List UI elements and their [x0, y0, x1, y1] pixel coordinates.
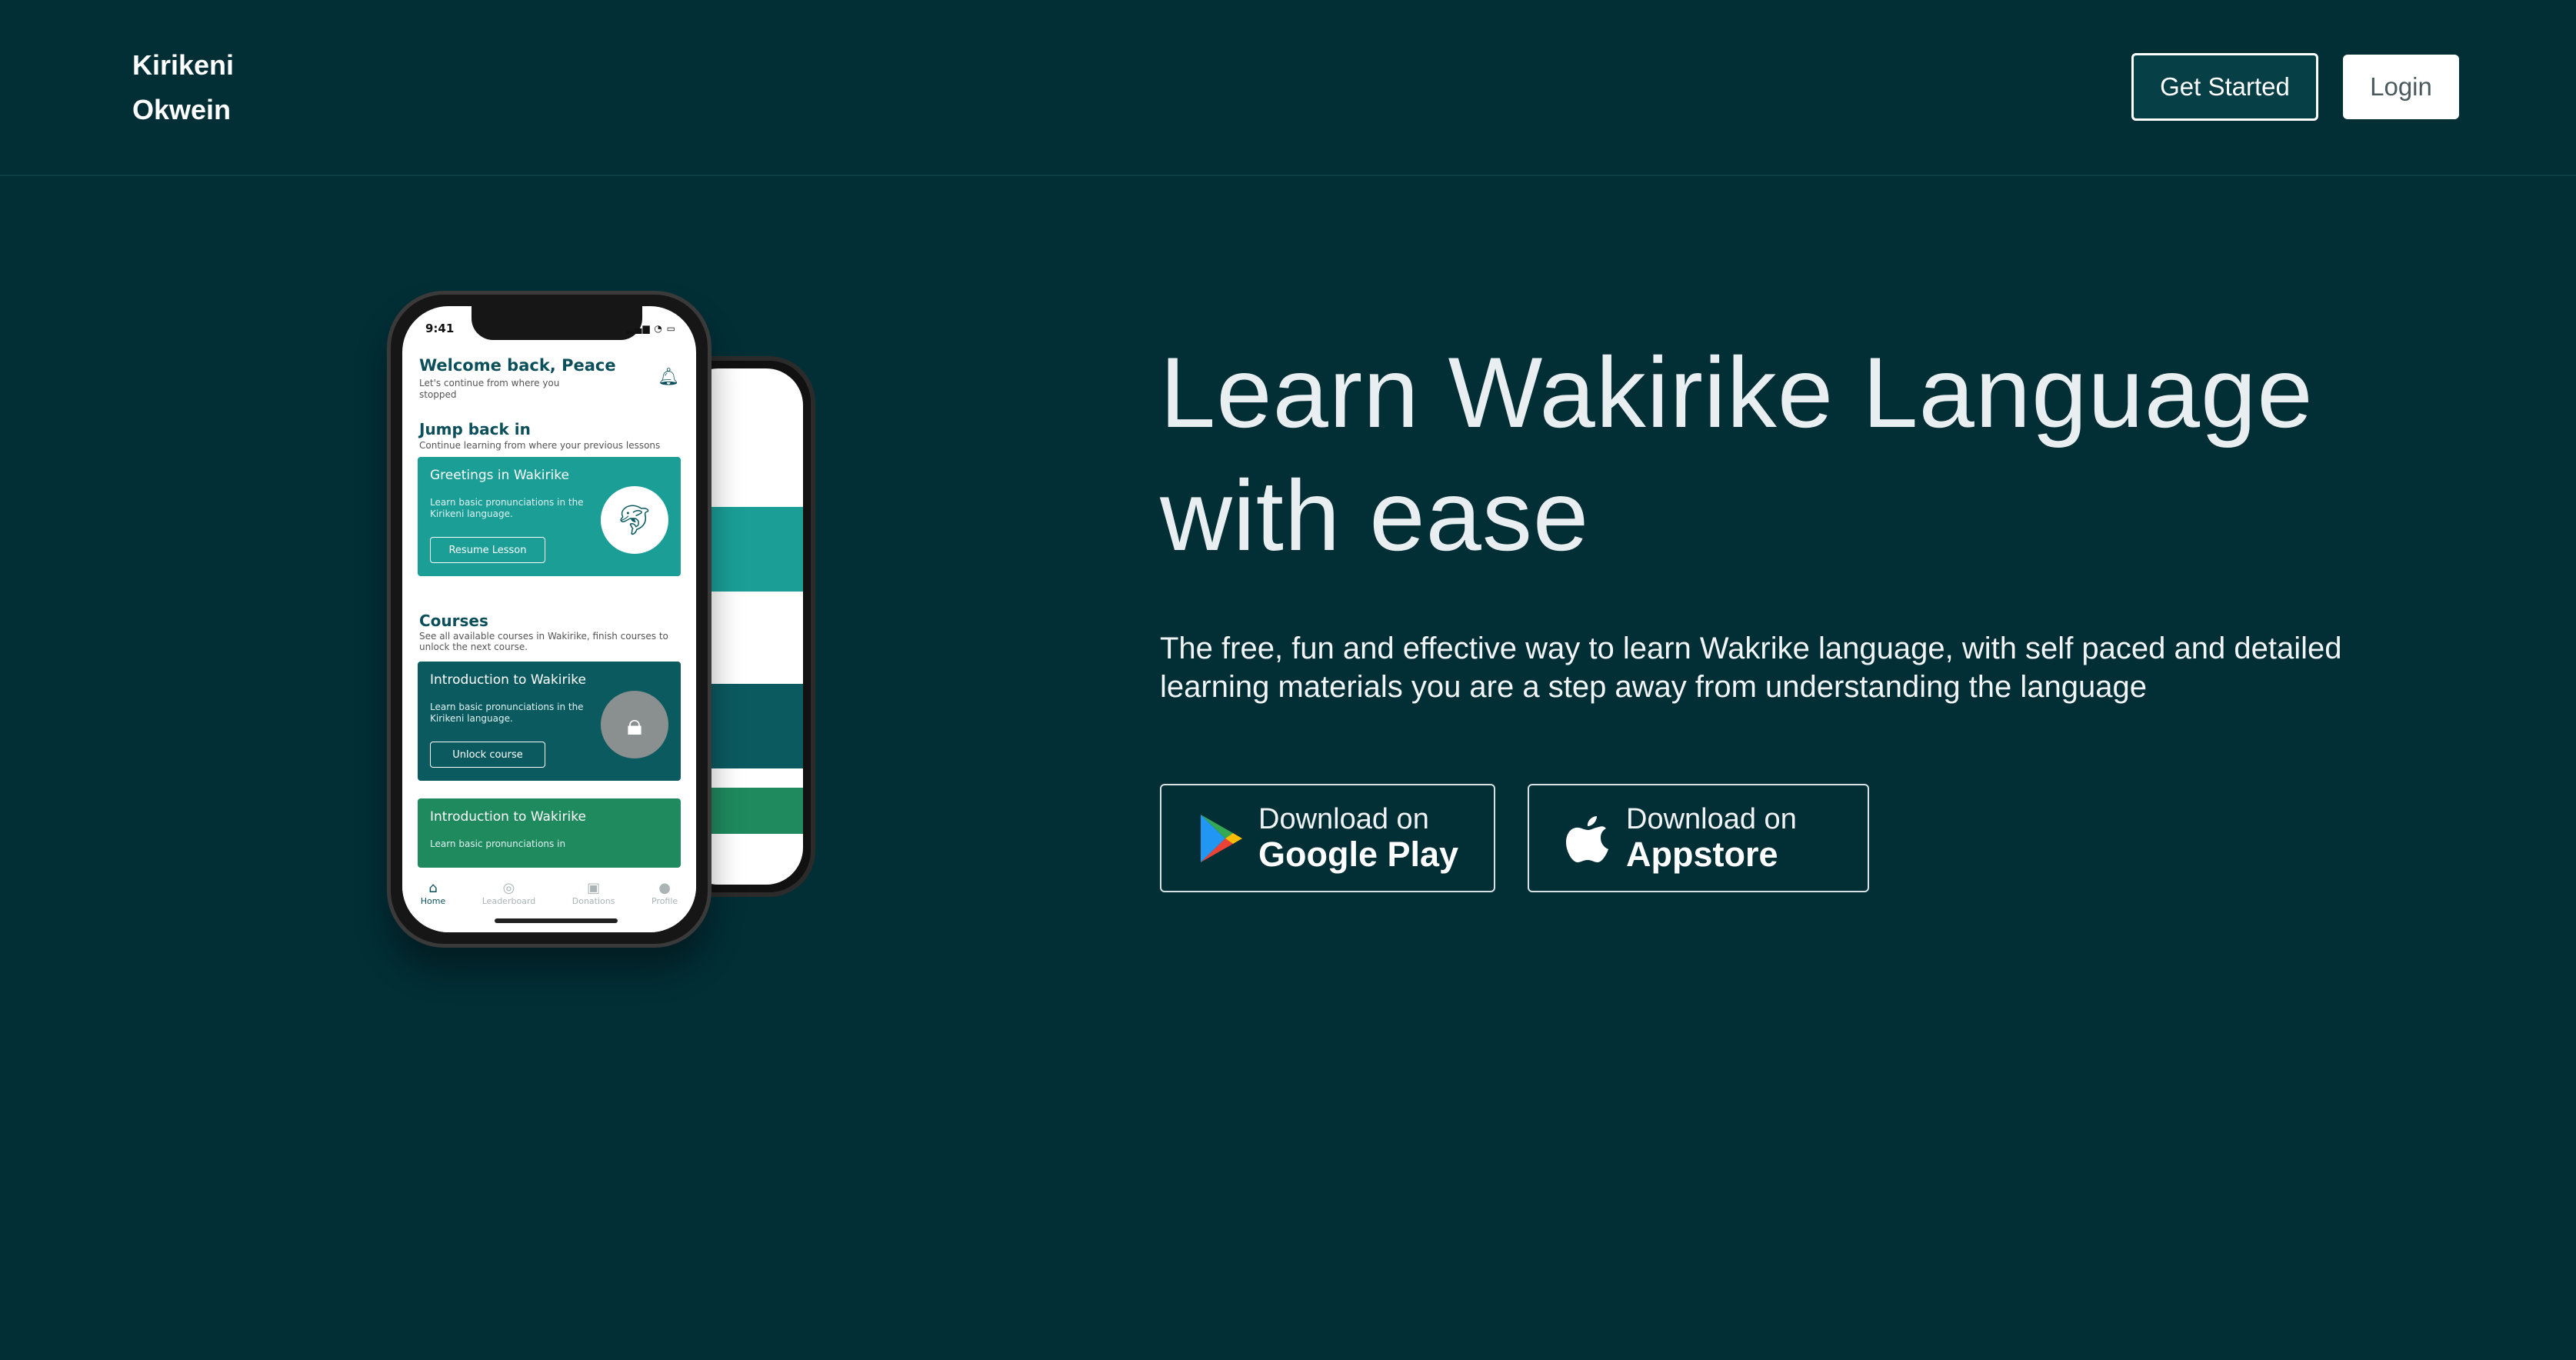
play-small-text: Download on	[1258, 803, 1429, 835]
play-big-text: Google Play	[1258, 835, 1459, 874]
phone-mockup-front: 9:41 ▂▄▆ ◔ ▭ Welcome back, Peace Let's c…	[387, 291, 711, 948]
bottom-tab-bar: ⌂ Home ◎ Leaderboard ▣ Donations ● Profi…	[402, 872, 696, 932]
tab-leaderboard[interactable]: ◎ Leaderboard	[482, 880, 535, 932]
google-play-icon	[1201, 814, 1242, 862]
jump-back-subtext: Continue learning from where your previo…	[419, 440, 661, 451]
phone-notch	[472, 306, 642, 340]
unlock-course-button[interactable]: Unlock course	[430, 742, 545, 768]
card-title: Introduction to Wakirike	[430, 809, 586, 825]
leaderboard-icon: ◎	[502, 880, 515, 896]
login-button[interactable]: Login	[2343, 55, 2459, 119]
card-description: Learn basic pronunciations in the Kirike…	[430, 497, 584, 519]
status-icons: ▂▄▆ ◔ ▭	[626, 323, 676, 334]
welcome-subtext: Let's continue from where you stopped	[419, 378, 560, 400]
course-card-intro[interactable]: Introduction to Wakirike Learn basic pro…	[418, 662, 681, 781]
appstore-small-text: Download on	[1626, 803, 1797, 835]
hero-subtitle: The free, fun and effective way to learn…	[1160, 632, 2342, 704]
appstore-button[interactable]: Download on Appstore	[1528, 784, 1869, 892]
courses-subtext: See all available courses in Wakirike, f…	[419, 631, 668, 652]
hero-title: Learn Wakirike Language with ease	[1160, 336, 2314, 572]
tab-profile[interactable]: ● Profile	[651, 880, 678, 932]
lesson-card-greetings[interactable]: Greetings in Wakirike Learn basic pronun…	[418, 457, 681, 576]
lock-icon: 🔒︎	[601, 691, 668, 758]
card-title: Greetings in Wakirike	[430, 468, 569, 483]
brand-logo[interactable]: Kirikeni Okwein	[132, 43, 234, 132]
get-started-button[interactable]: Get Started	[2131, 53, 2318, 121]
tab-label: Leaderboard	[482, 896, 536, 906]
jump-back-heading: Jump back in	[419, 420, 531, 438]
google-play-button[interactable]: Download on Google Play	[1160, 784, 1495, 892]
home-indicator	[495, 918, 618, 923]
top-nav: Kirikeni Okwein Get Started Login	[0, 0, 2576, 176]
home-icon: ⌂	[428, 880, 438, 896]
card-title: Introduction to Wakirike	[430, 672, 586, 688]
gift-icon: ▣	[587, 880, 601, 896]
dolphin-icon: 🐬︎	[601, 486, 668, 554]
brand-line-1: Kirikeni	[132, 49, 235, 81]
card-description: Learn basic pronunciations in the Kirike…	[430, 702, 584, 724]
welcome-heading: Welcome back, Peace	[419, 356, 616, 375]
appstore-big-text: Appstore	[1626, 835, 1778, 874]
course-card-intro-2[interactable]: Introduction to Wakirike Learn basic pro…	[418, 798, 681, 868]
profile-icon: ●	[658, 880, 671, 896]
tab-home[interactable]: ⌂ Home	[421, 880, 445, 932]
bell-icon[interactable]: 🔔︎	[658, 368, 679, 387]
card-description: Learn basic pronunciations in	[430, 838, 566, 849]
tab-donations[interactable]: ▣ Donations	[572, 880, 615, 932]
phone-screen: 9:41 ▂▄▆ ◔ ▭ Welcome back, Peace Let's c…	[402, 306, 696, 932]
apple-icon	[1566, 815, 1608, 862]
resume-lesson-button[interactable]: Resume Lesson	[430, 537, 545, 563]
tab-label: Home	[420, 896, 446, 906]
tab-label: Profile	[651, 896, 678, 906]
status-time: 9:41	[425, 322, 455, 335]
tab-label: Donations	[572, 896, 615, 906]
brand-line-2: Okwein	[132, 94, 232, 125]
courses-heading: Courses	[419, 612, 488, 630]
